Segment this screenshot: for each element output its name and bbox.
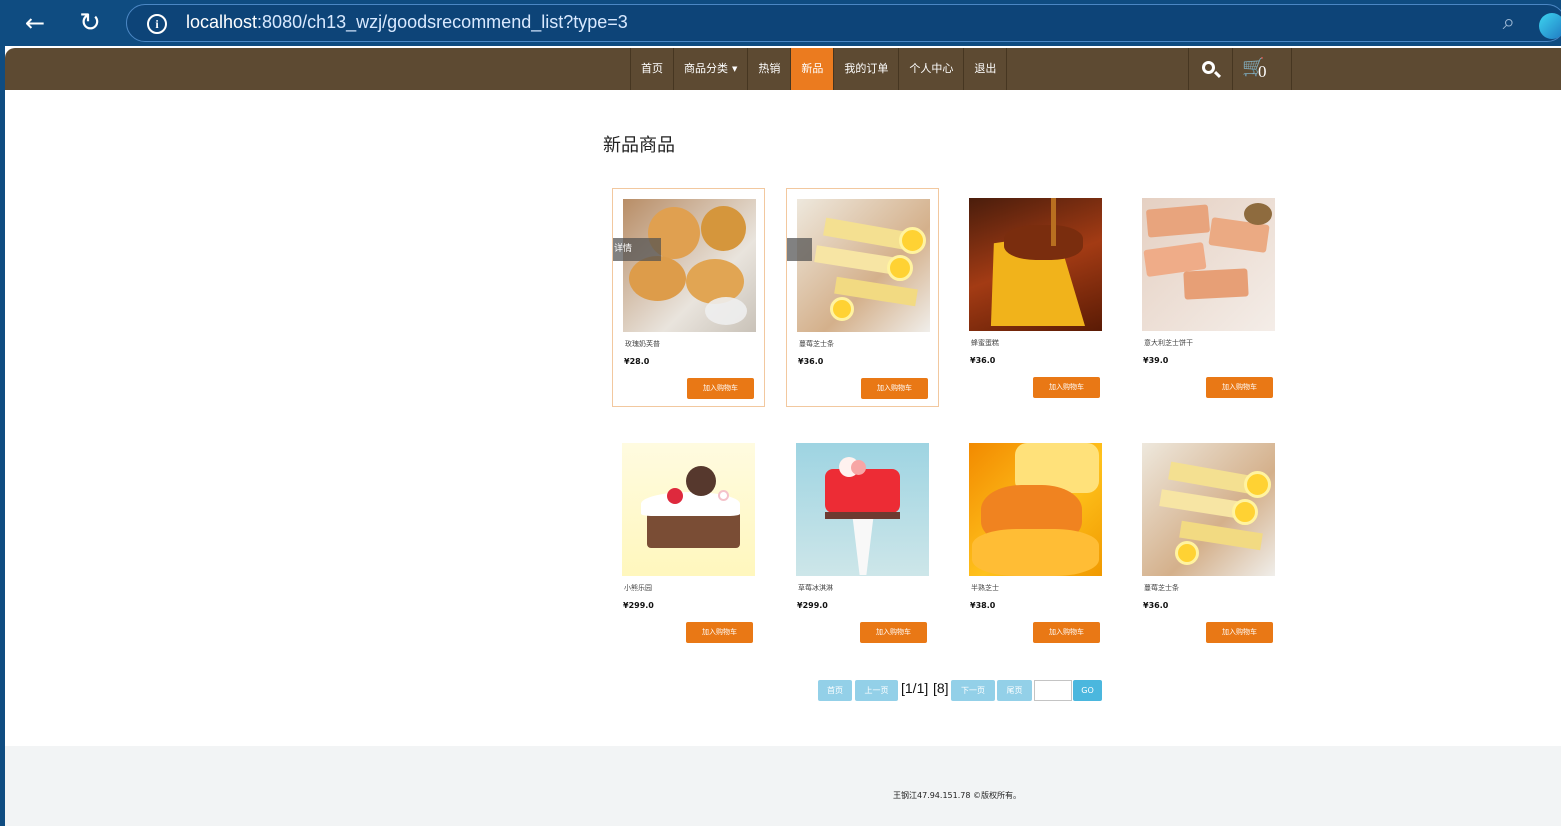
nav-item-1[interactable]: 商品分类 ▼ (673, 48, 747, 90)
last-page-button[interactable]: 尾页 (997, 680, 1032, 701)
product-card[interactable]: 蔓莓芝士条 ¥36.0 加入购物车 (1132, 433, 1285, 652)
main-menu: 首页 商品分类 ▼ 热销 新品 我的订单 个人中心 退出 (630, 48, 1008, 90)
total-items: [8] (933, 680, 949, 696)
nav-item-label: 热销 (758, 62, 781, 75)
product-price: ¥28.0 (624, 357, 650, 366)
product-price: ¥299.0 (797, 601, 828, 610)
add-to-cart-button[interactable]: 加入购物车 (1206, 377, 1273, 398)
zoom-out-icon[interactable]: ⌕ (1503, 10, 1515, 35)
product-image[interactable] (969, 198, 1102, 331)
nav-item-label: 新品 (801, 62, 824, 75)
product-price: ¥36.0 (970, 356, 996, 365)
product-image[interactable] (1142, 443, 1275, 576)
url-text[interactable]: localhost:8080/ch13_wzj/goodsrecommend_l… (186, 12, 628, 33)
add-to-cart-button[interactable]: 加入购物车 (1206, 622, 1273, 643)
next-page-button[interactable]: 下一页 (951, 680, 995, 701)
previous-page-button[interactable]: 上一页 (855, 680, 898, 701)
reload-icon[interactable]: ↻ (74, 8, 106, 38)
nav-item-2[interactable]: 热销 (747, 48, 790, 90)
add-to-cart-button[interactable]: 加入购物车 (686, 622, 753, 643)
product-card[interactable]: 详情玫瑰奶芙普 ¥28.0 加入购物车 (612, 188, 765, 407)
add-to-cart-button[interactable]: 加入购物车 (1033, 377, 1100, 398)
search-icon-handle (1213, 70, 1222, 79)
product-price: ¥36.0 (1143, 601, 1169, 610)
back-arrow-icon[interactable]: ← (19, 8, 51, 38)
product-card[interactable]: 意大利芝士饼干 ¥39.0 加入购物车 (1132, 188, 1285, 407)
cart-count: 0 (1258, 62, 1267, 81)
nav-item-6[interactable]: 退出 (963, 48, 1008, 90)
search-button[interactable] (1188, 48, 1232, 90)
product-name: 蔓莓芝士条 (1144, 584, 1179, 592)
edge-icon[interactable] (1539, 13, 1561, 39)
details-overlay[interactable]: 详情 (613, 238, 661, 261)
product-name: 半熟芝士 (971, 584, 999, 592)
add-to-cart-button[interactable]: 加入购物车 (860, 622, 927, 643)
product-card[interactable]: 小熊乐园 ¥299.0 加入购物车 (612, 433, 765, 652)
product-name: 草莓冰淇淋 (798, 584, 833, 592)
nav-item-label: 退出 (974, 62, 997, 75)
info-icon[interactable]: i (147, 14, 167, 34)
copyright-text: 王钢江47.94.151.78 ©版权所有。 (893, 791, 1021, 800)
product-image[interactable] (623, 199, 756, 332)
nav-item-label: 我的订单 (844, 62, 889, 75)
add-to-cart-button[interactable]: 加入购物车 (861, 378, 928, 399)
nav-item-label: 个人中心 (909, 62, 954, 75)
product-card[interactable]: 草莓冰淇淋 ¥299.0 加入购物车 (786, 433, 939, 652)
cart-button[interactable]: 🛒 0 (1232, 48, 1292, 90)
page-info: [1/1] (901, 680, 929, 696)
nav-item-0[interactable]: 首页 (630, 48, 673, 90)
product-card[interactable]: 蜂蜜蛋糕 ¥36.0 加入购物车 (959, 188, 1112, 407)
first-page-button[interactable]: 首页 (818, 680, 852, 701)
product-name: 玫瑰奶芙普 (625, 340, 660, 348)
product-image[interactable] (796, 443, 929, 576)
product-name: 意大利芝士饼干 (1144, 339, 1193, 347)
nav-item-5[interactable]: 个人中心 (898, 48, 963, 90)
product-price: ¥36.0 (798, 357, 824, 366)
product-card[interactable]: 半熟芝士 ¥38.0 加入购物车 (959, 433, 1112, 652)
product-card[interactable]: 蔓莓芝士条 ¥36.0 加入购物车 (786, 188, 939, 407)
product-price: ¥39.0 (1143, 356, 1169, 365)
product-image[interactable] (1142, 198, 1275, 331)
product-name: 蔓莓芝士条 (799, 340, 834, 348)
product-name: 蜂蜜蛋糕 (971, 339, 999, 347)
go-button[interactable]: GO (1073, 680, 1102, 701)
page-title: 新品商品 (603, 135, 675, 156)
nav-item-label: 首页 (641, 62, 663, 75)
details-overlay[interactable] (787, 238, 812, 261)
chevron-down-icon: ▼ (732, 65, 738, 73)
footer: 王钢江47.94.151.78 ©版权所有。 (5, 746, 1561, 826)
nav-item-3[interactable]: 新品 (790, 48, 834, 90)
product-image[interactable] (622, 443, 755, 576)
address-bar[interactable]: i localhost:8080/ch13_wzj/goodsrecommend… (126, 4, 1561, 42)
add-to-cart-button[interactable]: 加入购物车 (1033, 622, 1100, 643)
nav-item-4[interactable]: 我的订单 (833, 48, 898, 90)
browser-toolbar: ← ↻ i localhost:8080/ch13_wzj/goodsrecom… (0, 0, 1561, 46)
product-image[interactable] (969, 443, 1102, 576)
add-to-cart-button[interactable]: 加入购物车 (687, 378, 754, 399)
nav-item-label: 商品分类 (684, 62, 728, 75)
page-viewport: 首页 商品分类 ▼ 热销 新品 我的订单 个人中心 退出 🛒 0 新品商品 详情玫瑰奶芙普 ¥2… (5, 46, 1561, 826)
product-name: 小熊乐园 (624, 584, 652, 592)
page-number-input[interactable] (1034, 680, 1072, 701)
product-price: ¥299.0 (623, 601, 654, 610)
product-image[interactable] (797, 199, 930, 332)
product-price: ¥38.0 (970, 601, 996, 610)
top-navigation: 首页 商品分类 ▼ 热销 新品 我的订单 个人中心 退出 🛒 0 (5, 48, 1561, 90)
